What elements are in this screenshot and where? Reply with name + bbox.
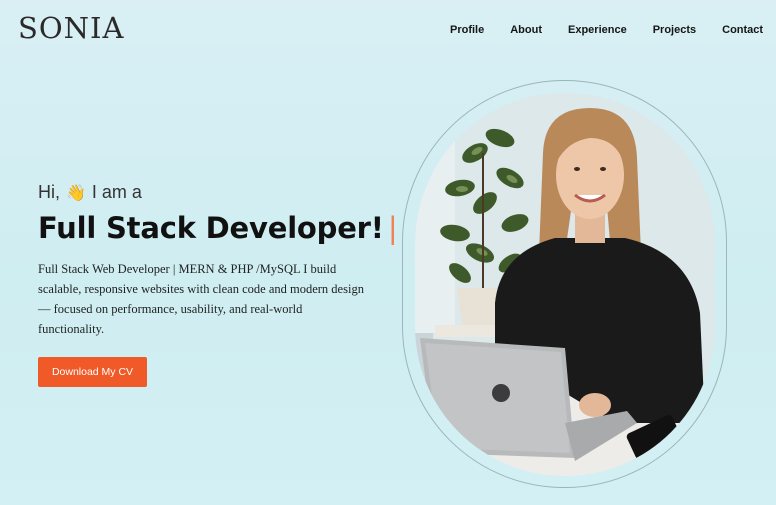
nav-link-contact[interactable]: Contact xyxy=(722,24,763,36)
greeting-rest: I am a xyxy=(91,182,142,202)
headline-text: Full Stack Developer! xyxy=(38,211,384,245)
hero-intro: Hi, 👋 I am a Full Stack Developer! | Full… xyxy=(38,182,398,339)
site-logo[interactable]: SONIA xyxy=(18,11,124,45)
download-cv-button[interactable]: Download My CV xyxy=(38,357,147,387)
greeting-hi: Hi, xyxy=(38,182,60,202)
waving-hand-icon: 👋 xyxy=(66,184,86,202)
main-nav: Profile About Experience Projects Contac… xyxy=(450,24,776,36)
nav-link-projects[interactable]: Projects xyxy=(653,24,696,36)
nav-link-profile[interactable]: Profile xyxy=(450,24,484,36)
hero-description: Full Stack Web Developer | MERN & PHP /M… xyxy=(38,262,364,336)
typing-cursor: | xyxy=(387,211,398,245)
hero-headline: Full Stack Developer! | xyxy=(38,211,398,245)
profile-photo xyxy=(415,93,715,476)
greeting: Hi, 👋 I am a xyxy=(38,182,368,203)
nav-link-about[interactable]: About xyxy=(510,24,542,36)
nav-link-experience[interactable]: Experience xyxy=(568,24,627,36)
